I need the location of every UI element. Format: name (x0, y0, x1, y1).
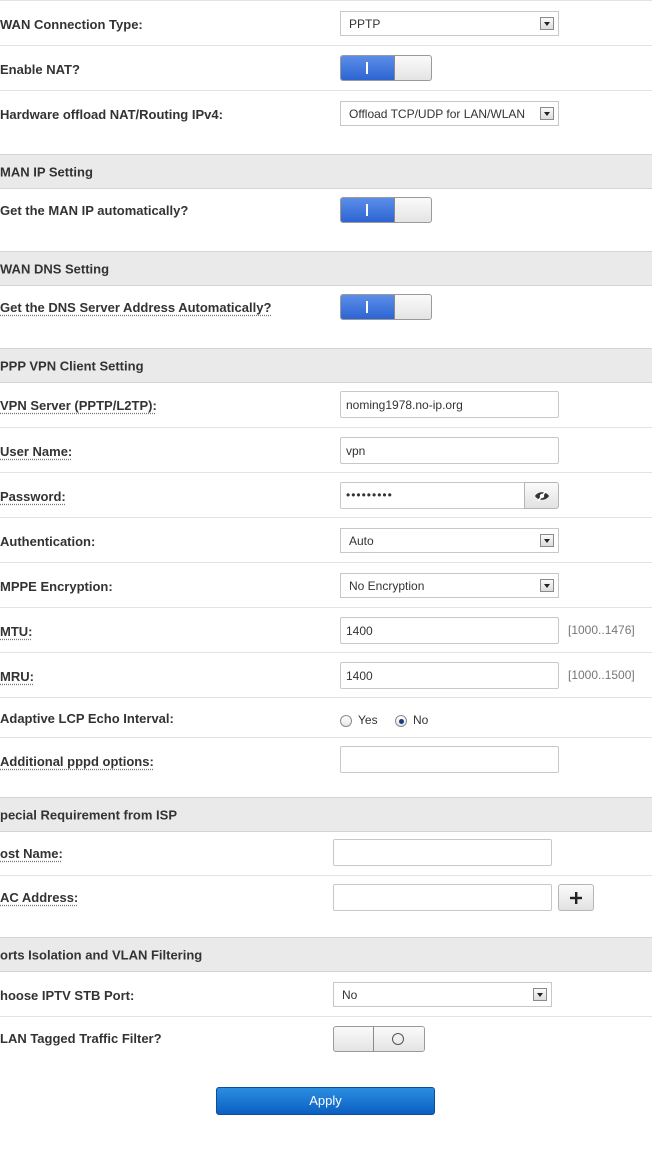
mac-add-button[interactable] (558, 884, 594, 911)
chevron-down-icon (540, 107, 554, 120)
eye-icon (535, 490, 549, 502)
plus-icon (570, 892, 582, 904)
row-enable-nat: Enable NAT? (0, 45, 652, 91)
username-value: vpn (346, 444, 366, 458)
host-name-label: ost Name: (0, 846, 63, 861)
row-mppe: MPPE Encryption: No Encryption (0, 562, 652, 608)
vlan-filter-label: LAN Tagged Traffic Filter? (0, 1031, 162, 1046)
wan-connection-type-value: PPTP (349, 17, 381, 31)
username-label: User Name: (0, 444, 73, 459)
chevron-down-icon (540, 17, 554, 30)
chevron-down-icon (540, 579, 554, 592)
chevron-down-icon (540, 534, 554, 547)
mru-label: MRU: (0, 669, 34, 684)
mru-input[interactable]: 1400 (340, 662, 559, 689)
pppd-options-label: Additional pppd options: (0, 754, 154, 769)
row-dns-auto: Get the DNS Server Address Automatically… (0, 286, 652, 347)
row-host-name: ost Name: (0, 831, 652, 875)
row-man-ip-auto: Get the MAN IP automatically? (0, 189, 652, 250)
wan-dns-section-header: WAN DNS Setting (0, 251, 652, 286)
mtu-input[interactable]: 1400 (340, 617, 559, 644)
chevron-down-icon (533, 988, 547, 1001)
man-ip-auto-toggle[interactable] (340, 197, 432, 223)
ppp-vpn-section-header: PPP VPN Client Setting (0, 348, 652, 383)
mppe-select[interactable]: No Encryption (340, 573, 559, 598)
mppe-value: No Encryption (349, 579, 425, 593)
host-name-input[interactable] (333, 839, 552, 866)
mtu-label: MTU: (0, 624, 33, 639)
pppd-options-input[interactable] (340, 746, 559, 773)
row-mac-address: AC Address: (0, 875, 652, 937)
toggle-on-indicator (341, 295, 395, 319)
vlan-filter-toggle[interactable] (333, 1026, 425, 1052)
row-hardware-offload: Hardware offload NAT/Routing IPv4: Offlo… (0, 90, 652, 155)
isp-section-header: pecial Requirement from ISP (0, 797, 652, 832)
row-mtu: MTU: 1400 [1000..1476] (0, 607, 652, 653)
authentication-label: Authentication: (0, 534, 96, 549)
hardware-offload-label: Hardware offload NAT/Routing IPv4: (0, 107, 223, 122)
authentication-select[interactable]: Auto (340, 528, 559, 553)
toggle-off-indicator (373, 1027, 424, 1051)
wan-connection-type-select[interactable]: PPTP (340, 11, 559, 36)
lcp-no-label[interactable]: No (413, 713, 428, 727)
man-ip-auto-label: Get the MAN IP automatically? (0, 203, 189, 218)
mppe-label: MPPE Encryption: (0, 579, 113, 594)
settings-panel: WAN Connection Type: PPTP Enable NAT? Ha… (0, 0, 652, 1129)
lcp-yes-radio[interactable] (340, 715, 352, 727)
circle-icon (392, 1033, 404, 1045)
password-value: ••••••••• (346, 488, 393, 502)
hardware-offload-select[interactable]: Offload TCP/UDP for LAN/WLAN (340, 101, 559, 126)
adaptive-lcp-label: Adaptive LCP Echo Interval: (0, 711, 174, 726)
vpn-server-value: noming1978.no-ip.org (346, 398, 463, 412)
row-wan-connection-type: WAN Connection Type: PPTP (0, 0, 652, 46)
ppp-vpn-section-title: PPP VPN Client Setting (0, 358, 144, 373)
isp-section-title: pecial Requirement from ISP (0, 807, 177, 822)
vpn-server-label: VPN Server (PPTP/L2TP): (0, 398, 157, 413)
vpn-server-input[interactable]: noming1978.no-ip.org (340, 391, 559, 418)
toggle-on-indicator (341, 198, 395, 222)
row-password: Password: ••••••••• (0, 472, 652, 518)
authentication-value: Auto (349, 534, 374, 548)
mac-address-input[interactable] (333, 884, 552, 911)
row-mru: MRU: 1400 [1000..1500] (0, 652, 652, 698)
lcp-no-radio[interactable] (395, 715, 407, 727)
mru-range-hint: [1000..1500] (568, 668, 635, 682)
wan-connection-type-label: WAN Connection Type: (0, 17, 143, 32)
man-ip-section-title: MAN IP Setting (0, 164, 93, 179)
mtu-range-hint: [1000..1476] (568, 623, 635, 637)
enable-nat-label: Enable NAT? (0, 62, 80, 77)
password-label: Password: (0, 489, 66, 504)
row-pppd-options: Additional pppd options: (0, 737, 652, 796)
lcp-yes-label[interactable]: Yes (358, 713, 378, 727)
ports-section-header: orts Isolation and VLAN Filtering (0, 937, 652, 972)
iptv-port-label: hoose IPTV STB Port: (0, 988, 135, 1003)
row-adaptive-lcp: Adaptive LCP Echo Interval: Yes No (0, 697, 652, 738)
dns-auto-toggle[interactable] (340, 294, 432, 320)
username-input[interactable]: vpn (340, 437, 559, 464)
hardware-offload-value: Offload TCP/UDP for LAN/WLAN (349, 107, 526, 121)
ports-section-title: orts Isolation and VLAN Filtering (0, 947, 203, 962)
password-reveal-button[interactable] (524, 482, 559, 509)
mac-address-label: AC Address: (0, 890, 79, 905)
isp-settings-section: pecial Requirement from ISP ost Name: AC… (0, 795, 652, 1129)
iptv-port-value: No (342, 988, 358, 1002)
mtu-value: 1400 (346, 624, 373, 638)
wan-dns-section-title: WAN DNS Setting (0, 261, 110, 276)
row-vpn-server: VPN Server (PPTP/L2TP): noming1978.no-ip… (0, 383, 652, 427)
apply-button[interactable]: Apply (216, 1087, 435, 1115)
mru-value: 1400 (346, 669, 373, 683)
iptv-port-select[interactable]: No (333, 982, 552, 1007)
row-username: User Name: vpn (0, 427, 652, 473)
toggle-on-indicator (341, 56, 395, 80)
password-input[interactable]: ••••••••• (340, 482, 525, 509)
row-authentication: Authentication: Auto (0, 517, 652, 563)
row-iptv-port: hoose IPTV STB Port: No (0, 972, 652, 1016)
dns-auto-label: Get the DNS Server Address Automatically… (0, 300, 272, 315)
man-ip-section-header: MAN IP Setting (0, 154, 652, 189)
wan-settings-section: WAN Connection Type: PPTP Enable NAT? Ha… (0, 0, 652, 795)
enable-nat-toggle[interactable] (340, 55, 432, 81)
